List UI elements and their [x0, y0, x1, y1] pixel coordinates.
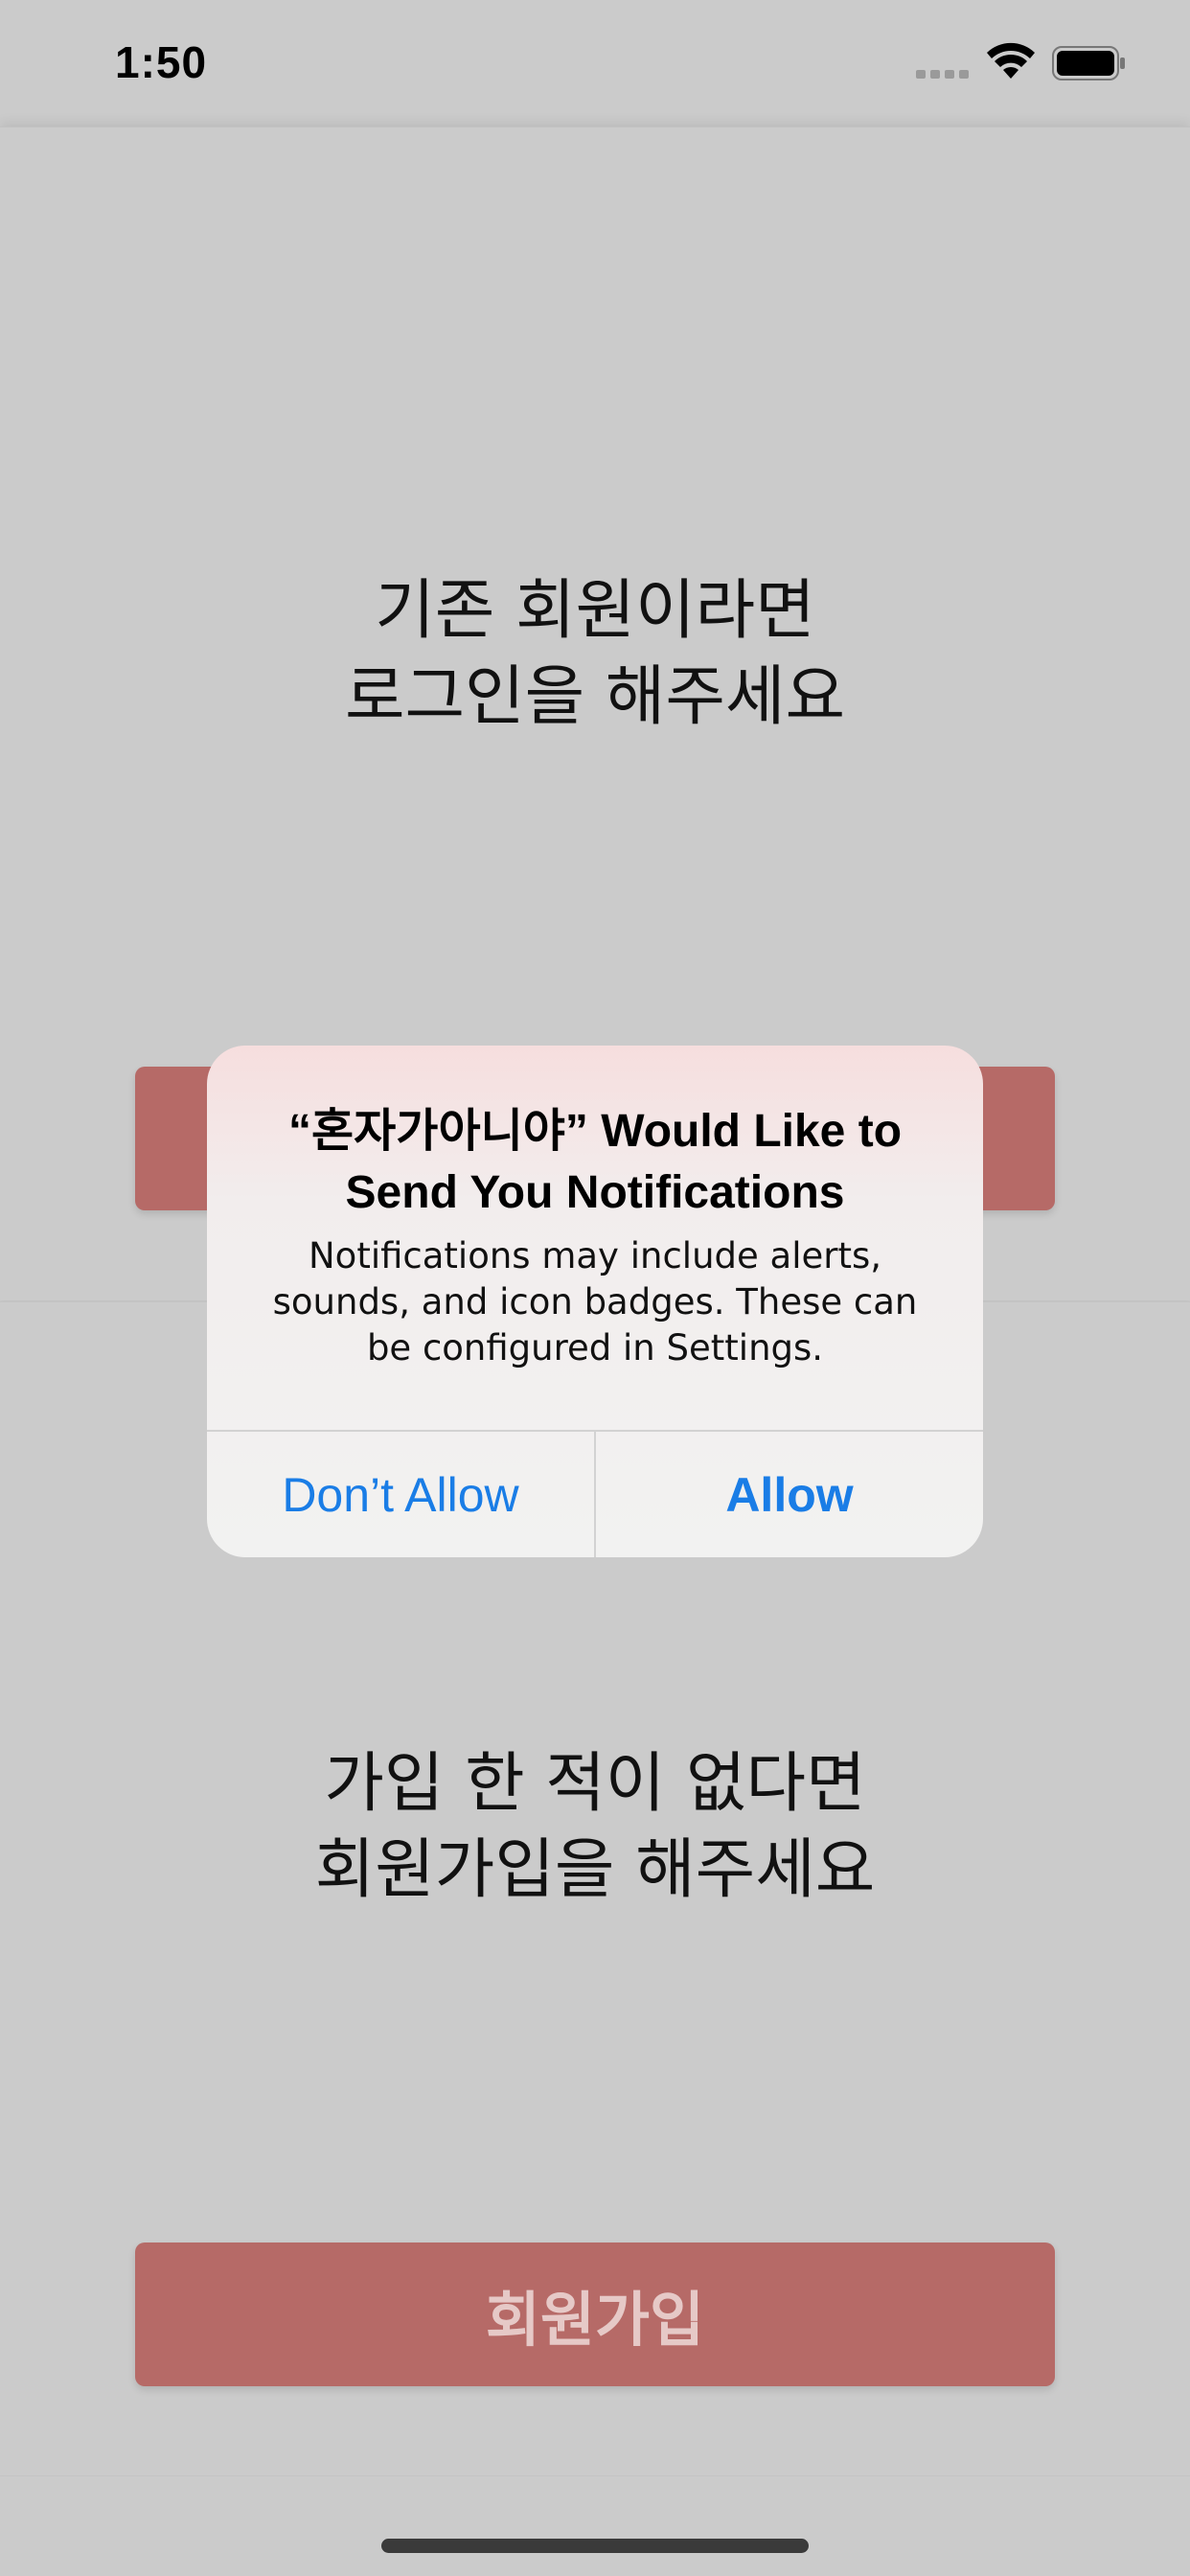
status-bar: 1:50 — [0, 0, 1190, 126]
signup-prompt-line: 회원가입을 해주세요 — [314, 1832, 876, 1908]
alert-message-line: sounds, and icon badges. These can — [272, 1281, 918, 1322]
alert-message: Notifications may include alerts, sounds… — [255, 1233, 935, 1371]
signup-prompt: 가입 한 적이 없다면 회원가입을 해주세요 — [0, 1741, 1190, 1914]
alert-message-line: be configured in Settings. — [366, 1327, 824, 1368]
wifi-icon — [987, 42, 1035, 79]
status-time: 1:50 — [115, 37, 208, 87]
signup-button[interactable]: 회원가입 — [135, 2242, 1055, 2386]
login-prompt-line: 로그인을 해주세요 — [344, 659, 846, 735]
alert-title: “혼자가아니야” Would Like to Send You Notifica… — [207, 1101, 983, 1224]
alert-title-line: Send You Notifications — [345, 1167, 845, 1218]
login-prompt: 기존 회원이라면 로그인을 해주세요 — [0, 568, 1190, 741]
allow-button[interactable]: Allow — [596, 1432, 983, 1557]
notification-alert: “혼자가아니야” Would Like to Send You Notifica… — [207, 1046, 983, 1557]
home-indicator[interactable] — [381, 2539, 809, 2553]
dont-allow-button[interactable]: Don’t Allow — [207, 1432, 594, 1557]
login-prompt-line: 기존 회원이라면 — [375, 573, 815, 649]
alert-title-line: “혼자가아니야” Would Like to — [287, 1106, 903, 1157]
signal-icon — [916, 70, 969, 79]
signup-prompt-line: 가입 한 적이 없다면 — [324, 1746, 866, 1822]
alert-message-line: Notifications may include alerts, — [309, 1235, 881, 1276]
battery-icon — [1052, 46, 1125, 80]
